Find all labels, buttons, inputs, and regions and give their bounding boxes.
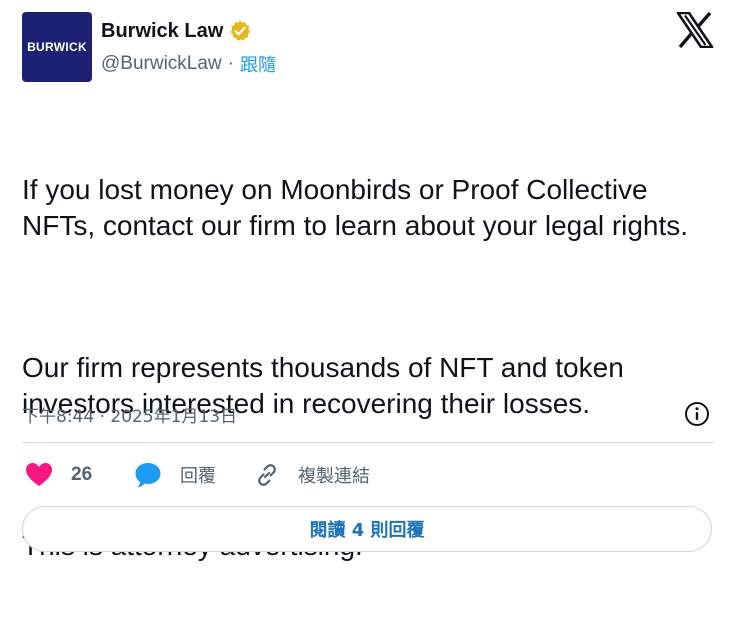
heart-icon [25, 462, 53, 488]
copy-link-label: 複製連結 [298, 466, 370, 487]
tweet-paragraph-1: If you lost money on Moonbirds or Proof … [22, 174, 689, 241]
tweet-timestamp[interactable]: 下午8:44 · 2025年1月13日 [22, 402, 237, 427]
info-icon[interactable] [684, 401, 710, 427]
like-count: 26 [71, 464, 93, 485]
read-replies-button[interactable]: 閱讀 4 則回覆 [22, 506, 712, 552]
reply-label: 回覆 [180, 466, 216, 487]
verified-badge-icon [228, 19, 252, 43]
display-name[interactable]: Burwick Law [101, 20, 223, 43]
author-handle[interactable]: @BurwickLaw [101, 53, 222, 75]
divider [22, 442, 714, 443]
follow-button[interactable]: 跟隨 [240, 51, 276, 77]
reply-button[interactable]: 回覆 [134, 458, 216, 492]
link-icon [254, 462, 280, 488]
avatar[interactable]: BURWICK [22, 12, 92, 82]
copy-link-button[interactable]: 複製連結 [254, 458, 370, 492]
tweet-text: If you lost money on Moonbirds or Proof … [22, 101, 712, 635]
read-replies-label: 閱讀 4 則回覆 [309, 520, 425, 541]
like-button[interactable]: 26 [25, 458, 92, 492]
handle-row: @BurwickLaw · 跟隨 [101, 51, 276, 77]
x-logo-icon[interactable] [676, 11, 714, 49]
author-name-row: Burwick Law [101, 18, 252, 44]
avatar-text: BURWICK [27, 40, 87, 54]
speech-bubble-icon [134, 461, 162, 489]
tweet-card: BURWICK Burwick Law @BurwickLaw · 跟隨 If … [0, 0, 730, 568]
separator: · [227, 53, 234, 74]
